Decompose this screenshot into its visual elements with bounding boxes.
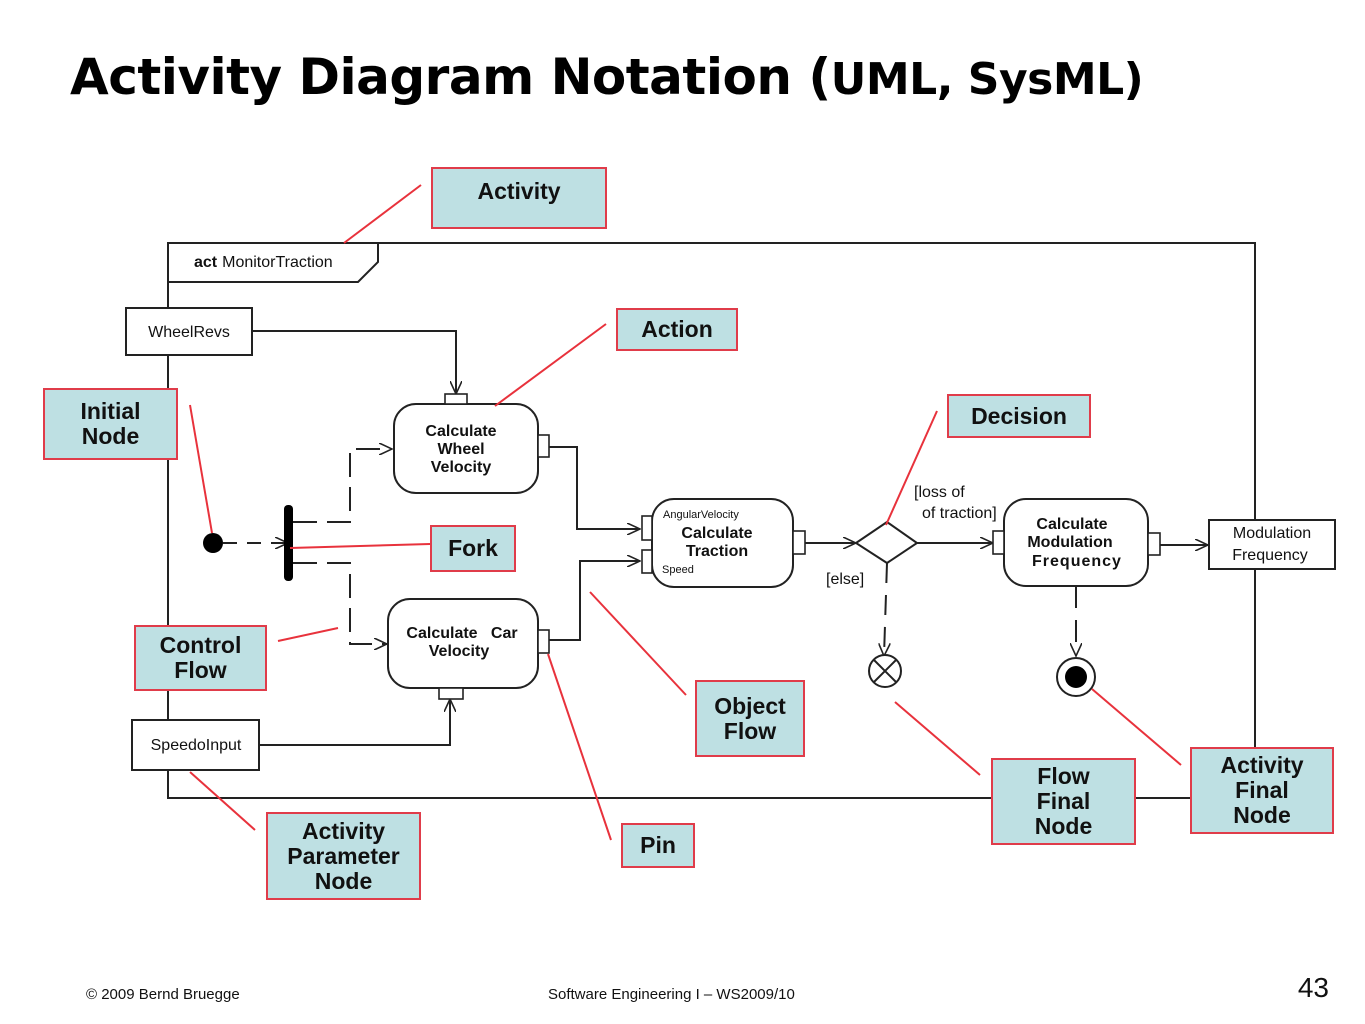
object-flow-car-to-traction <box>549 561 640 641</box>
leader-initial-node <box>189 404 213 534</box>
object-flow-wheel-to-traction <box>549 446 640 529</box>
frame-label: act MonitorTraction <box>194 254 333 271</box>
svg-text:AngularVelocity: AngularVelocity <box>663 509 739 521</box>
leader-pin <box>547 653 612 841</box>
fork-bar[interactable] <box>284 505 293 581</box>
action-calculate-traction[interactable]: AngularVelocity Calculate Traction Speed <box>641 498 806 588</box>
flow-decision-to-flow-final <box>884 562 887 656</box>
pin-angular-velocity <box>641 515 653 541</box>
svg-text:Calculate: Calculate <box>1036 516 1107 533</box>
svg-text:Speed: Speed <box>662 564 694 576</box>
output-pin <box>537 434 550 458</box>
svg-text:WheelRevs: WheelRevs <box>148 324 230 341</box>
svg-text:Calculate Car: Calculate Car <box>406 625 517 642</box>
input-pin <box>444 393 468 405</box>
callout-action: Action <box>616 308 738 351</box>
input-pin <box>992 530 1005 555</box>
callout-flow-final-node: Flow Final Node <box>991 758 1136 845</box>
activity-final-node[interactable] <box>1056 657 1096 697</box>
parameter-node-modulation-frequency[interactable]: Modulation Frequency <box>1208 519 1336 570</box>
output-pin <box>1147 532 1161 556</box>
activity-diagram: act MonitorTraction WheelRevs SpeedoInput… <box>125 184 1336 841</box>
parameter-node-wheelrevs[interactable]: WheelRevs <box>125 307 253 356</box>
svg-text:Calculate: Calculate <box>425 423 496 440</box>
object-flow-wheelrevs <box>252 330 456 394</box>
svg-text:Velocity: Velocity <box>431 459 492 476</box>
output-pin <box>792 530 806 555</box>
parameter-node-speedoinput[interactable]: SpeedoInput <box>131 719 260 771</box>
callout-fork: Fork <box>430 525 516 572</box>
object-flow-speedoinput <box>259 699 450 746</box>
svg-text:Modulation: Modulation <box>1233 525 1311 542</box>
control-flow-fork-to-car <box>293 562 387 644</box>
callout-object-flow: Object Flow <box>695 680 805 757</box>
leader-action <box>494 323 607 407</box>
svg-text:Wheel: Wheel <box>437 441 484 458</box>
leader-fork <box>289 543 431 549</box>
action-calculate-wheel-velocity[interactable]: Calculate Wheel Velocity <box>393 393 550 494</box>
pin-speed <box>641 549 653 574</box>
footer-copyright: © 2009 Bernd Bruegge <box>86 986 240 1003</box>
svg-text:Calculate: Calculate <box>681 525 752 542</box>
svg-text:Velocity: Velocity <box>429 643 490 660</box>
initial-node[interactable] <box>203 533 223 553</box>
footer-course: Software Engineering I – WS2009/10 <box>548 986 795 1003</box>
svg-text:Modulation: Modulation <box>1027 534 1112 551</box>
callout-pin: Pin <box>621 823 695 868</box>
action-calculate-modulation-frequency[interactable]: Calculate Modulation Frequency <box>992 498 1161 587</box>
control-flow-fork-to-wheel <box>293 449 392 523</box>
action-calculate-car-velocity[interactable]: Calculate Car Velocity <box>387 598 550 700</box>
flow-final-node[interactable] <box>868 654 902 688</box>
leader-parameter-node <box>189 771 256 831</box>
leader-flow-final <box>894 701 981 776</box>
callout-activity-final-node: Activity Final Node <box>1190 747 1334 834</box>
callout-decision: Decision <box>947 394 1091 438</box>
output-pin <box>537 629 550 654</box>
svg-text:Traction: Traction <box>686 543 748 560</box>
svg-text:SpeedoInput: SpeedoInput <box>151 737 242 754</box>
leader-activity-final <box>1091 688 1182 766</box>
leader-object-flow <box>589 591 687 696</box>
leader-control-flow <box>277 627 339 642</box>
guard-else: [else] <box>826 571 864 588</box>
leader-activity <box>343 184 422 244</box>
svg-text:of traction]: of traction] <box>922 505 997 522</box>
decision-node[interactable] <box>854 520 919 565</box>
page-number: 43 <box>1297 972 1329 1003</box>
svg-text:Frequency: Frequency <box>1232 547 1308 564</box>
callout-activity-parameter-node: Activity Parameter Node <box>266 812 421 900</box>
callout-activity: Activity <box>431 167 607 229</box>
svg-text:Frequency: Frequency <box>1032 553 1122 570</box>
guard-loss-of-traction: [loss of <box>914 484 965 501</box>
callout-control-flow: Control Flow <box>134 625 267 691</box>
callout-initial-node: Initial Node <box>43 388 178 460</box>
input-pin <box>438 687 464 700</box>
